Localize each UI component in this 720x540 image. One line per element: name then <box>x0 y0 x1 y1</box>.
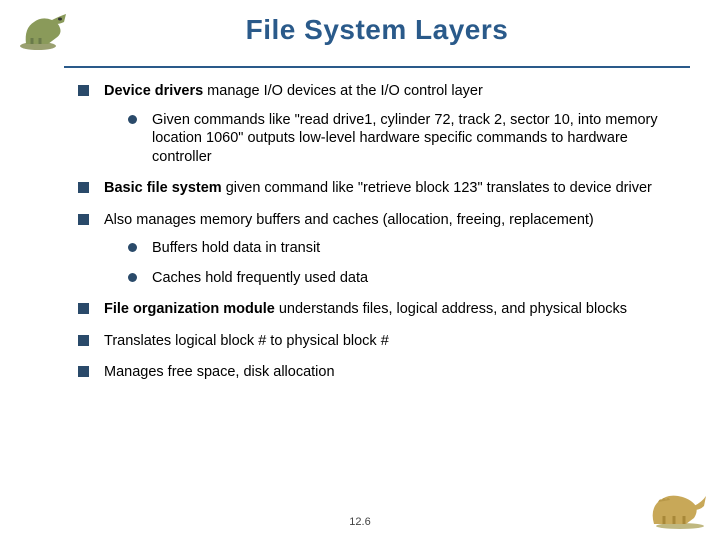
square-bullet-icon <box>78 366 89 377</box>
bullet-text: understands files, logical address, and … <box>275 301 627 317</box>
square-bullet-icon <box>78 303 89 314</box>
circle-bullet-icon <box>128 115 137 124</box>
bold-text: Basic file system <box>104 180 222 196</box>
bullet-text: Buffers hold data in transit <box>152 240 320 256</box>
square-bullet-icon <box>78 85 89 96</box>
subbullet-caches: Caches hold frequently used data <box>128 269 662 288</box>
bullet-text: Manages free space, disk allocation <box>104 364 335 380</box>
circle-bullet-icon <box>128 273 137 282</box>
bullet-buffers: Also manages memory buffers and caches (… <box>78 211 662 288</box>
bullet-text: Given commands like "read drive1, cylind… <box>152 112 658 165</box>
bullet-text: Translates logical block # to physical b… <box>104 333 389 349</box>
square-bullet-icon <box>78 182 89 193</box>
square-bullet-icon <box>78 335 89 346</box>
bullet-free-space: Manages free space, disk allocation <box>78 363 662 382</box>
subbullet-commands: Given commands like "read drive1, cylind… <box>128 111 662 167</box>
dinosaur-bottom-icon <box>648 486 710 530</box>
bullet-translate: Translates logical block # to physical b… <box>78 332 662 351</box>
subbullet-buffers: Buffers hold data in transit <box>128 239 662 258</box>
bold-text: Device drivers <box>104 83 203 99</box>
circle-bullet-icon <box>128 243 137 252</box>
bullet-basic-fs: Basic file system given command like "re… <box>78 179 662 198</box>
bullet-text: Caches hold frequently used data <box>152 270 368 286</box>
bullet-text: Also manages memory buffers and caches (… <box>104 212 594 228</box>
square-bullet-icon <box>78 214 89 225</box>
slide-number: 12.6 <box>0 516 720 528</box>
slide-content: Device drivers manage I/O devices at the… <box>0 68 720 382</box>
bold-text: File organization module <box>104 301 275 317</box>
bullet-text: given command like "retrieve block 123" … <box>222 180 652 196</box>
slide-title: File System Layers <box>64 0 690 46</box>
bullet-file-org: File organization module understands fil… <box>78 300 662 319</box>
bullet-text: manage I/O devices at the I/O control la… <box>203 83 483 99</box>
bullet-device-drivers: Device drivers manage I/O devices at the… <box>78 82 662 166</box>
slide-header: File System Layers <box>64 0 690 68</box>
